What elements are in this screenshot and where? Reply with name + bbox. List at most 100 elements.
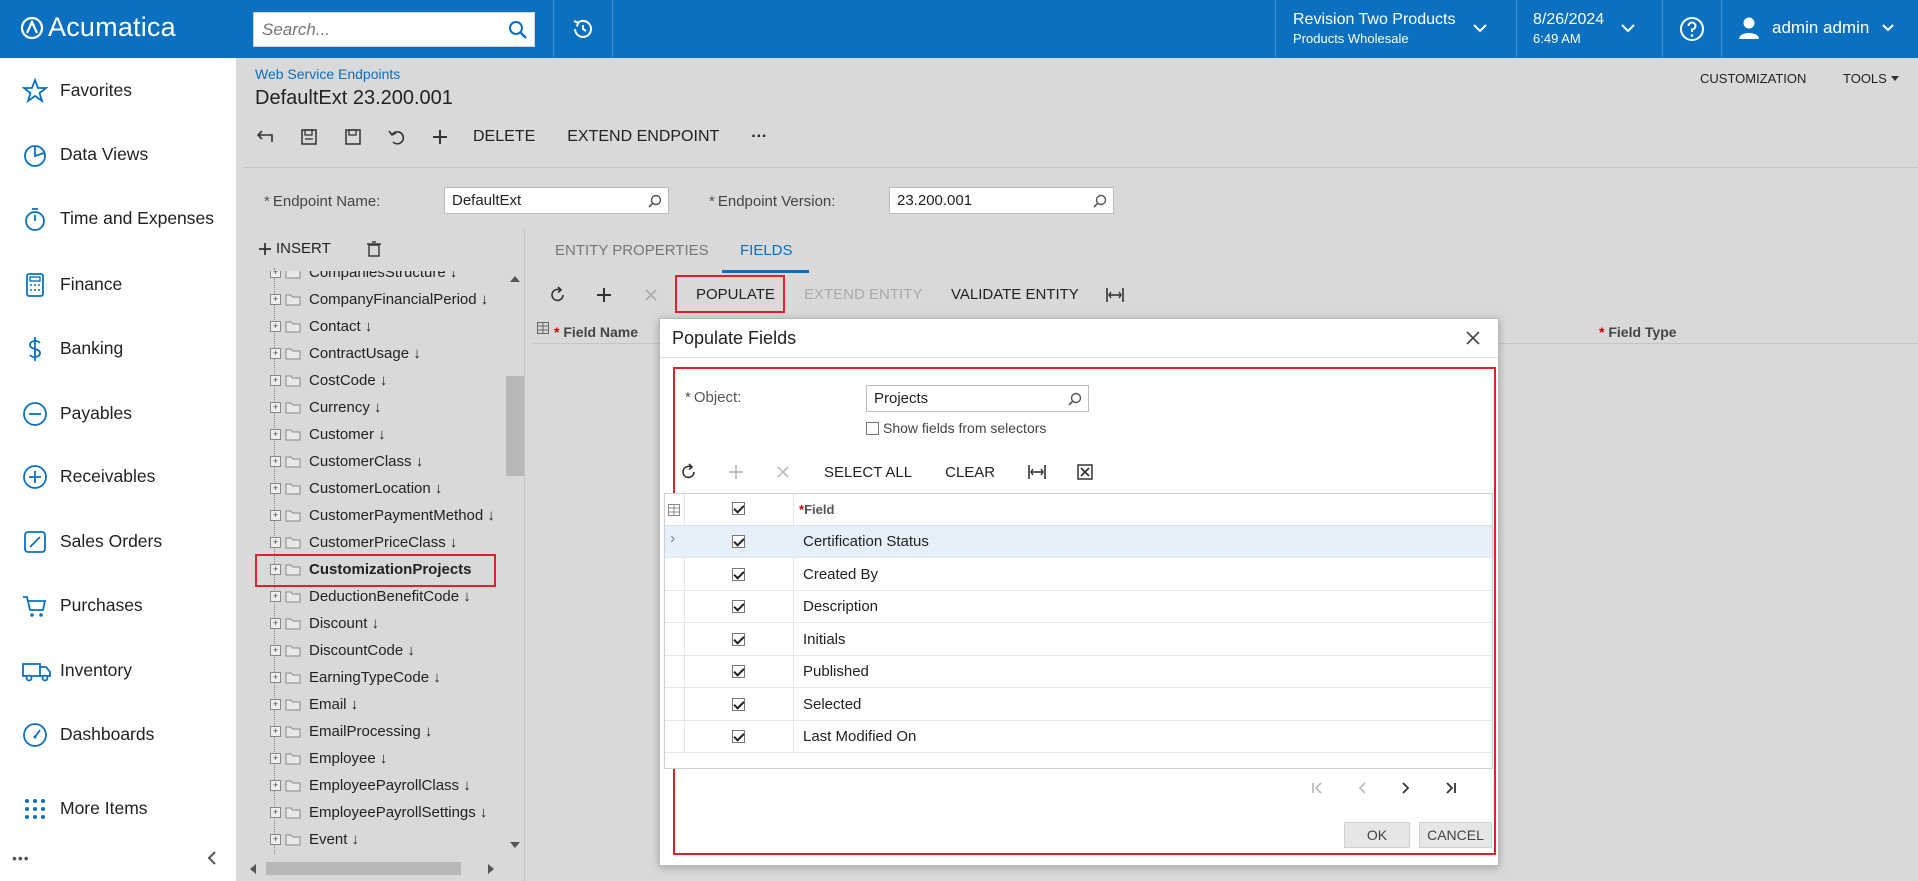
tree-item[interactable]: + Contact ↓ [270,315,372,337]
nav-item-inventory[interactable]: Inventory [0,650,237,690]
chevron-down-icon[interactable] [1620,22,1636,34]
grid-settings-icon[interactable] [668,504,680,516]
field-row[interactable]: Last Modified On [665,721,1492,753]
search-input[interactable] [254,13,534,46]
expand-node-icon[interactable]: + [270,293,281,305]
field-row-checkbox[interactable] [732,665,745,678]
tree-item[interactable]: + CustomerPaymentMethod ↓ [270,504,495,526]
nav-item-favorites[interactable]: Favorites [0,70,237,110]
search-icon[interactable] [508,20,528,40]
tree-item[interactable]: + CustomerPriceClass ↓ [270,531,457,553]
cancel-button[interactable]: CANCEL [1419,822,1492,848]
expand-node-icon[interactable]: + [270,428,281,440]
tree-item[interactable]: + Currency ↓ [270,396,382,418]
lookup-icon[interactable] [1068,392,1082,406]
tree-item[interactable]: + Employee ↓ [270,747,387,769]
scrollbar-thumb[interactable] [506,376,524,476]
expand-node-icon[interactable]: + [270,374,281,386]
export-excel-icon[interactable] [1077,464,1093,480]
expand-node-icon[interactable]: + [270,644,281,656]
company-branch-selector[interactable]: Revision Two Products Products Wholesale [1293,10,1455,47]
previous-page-icon[interactable] [1354,780,1370,796]
expand-node-icon[interactable]: + [270,320,281,332]
scroll-right-icon[interactable] [488,864,494,874]
breadcrumb[interactable]: Web Service Endpoints [255,66,400,82]
field-row[interactable]: Created By [665,559,1492,591]
chevron-down-icon[interactable] [1472,22,1488,34]
expand-node-icon[interactable]: + [270,536,281,548]
user-menu[interactable]: admin admin [1738,16,1895,40]
tree-item[interactable]: + ContractUsage ↓ [270,342,421,364]
endpoint-name-field[interactable]: DefaultExt [444,187,669,214]
expand-node-icon[interactable]: + [270,617,281,629]
ok-button[interactable]: OK [1344,822,1410,848]
field-row-checkbox[interactable] [732,535,745,548]
expand-node-icon[interactable]: + [270,806,281,818]
refresh-icon[interactable] [549,286,567,304]
field-row[interactable]: Description [665,591,1492,623]
field-row-checkbox[interactable] [732,632,745,646]
add-record-button[interactable] [431,124,449,150]
tree-item[interactable]: + EmployeePayrollSettings ↓ [270,801,487,823]
nav-item-payables[interactable]: Payables [0,393,237,433]
acumatica-logo[interactable]: Acumatica [20,12,176,43]
expand-node-icon[interactable]: + [270,401,281,413]
delete-row-icon[interactable] [644,288,658,302]
close-icon[interactable] [1465,330,1481,346]
field-row[interactable]: Certification Status › [665,526,1492,558]
select-all-button[interactable]: SELECT ALL [824,464,912,481]
tree-item[interactable]: + CustomerClass ↓ [270,450,423,472]
tree-item[interactable]: + EmployeePayrollClass ↓ [270,774,471,796]
tree-item[interactable]: + EarningTypeCode ↓ [270,666,441,688]
nav-item-receivables[interactable]: Receivables [0,456,237,496]
delete-row-icon[interactable] [776,465,790,479]
next-page-icon[interactable] [1398,780,1414,796]
lookup-icon[interactable] [1093,194,1107,208]
expand-node-icon[interactable]: + [270,347,281,359]
expand-node-icon[interactable]: + [270,725,281,737]
nav-item-purchases[interactable]: Purchases [0,585,237,625]
field-row[interactable]: Published [665,656,1492,688]
more-actions-button[interactable]: ··· [751,128,767,146]
delete-button[interactable]: DELETE [473,128,535,146]
nav-item-more-items[interactable]: More Items [0,788,237,828]
tree-item[interactable]: + CompanyFinancialPeriod ↓ [270,288,488,310]
expand-node-icon[interactable]: + [270,752,281,764]
select-all-checkbox[interactable] [732,502,745,515]
more-options-icon[interactable]: ••• [12,850,30,866]
save-button[interactable] [343,124,363,150]
show-fields-from-selectors-checkbox[interactable] [866,421,879,435]
help-button[interactable] [1663,0,1721,58]
fit-columns-icon[interactable] [1105,287,1125,303]
tree-item[interactable]: + DiscountCode ↓ [270,639,415,661]
extend-endpoint-button[interactable]: EXTEND ENDPOINT [567,128,719,146]
tree-vertical-scrollbar[interactable] [506,270,524,854]
field-row-checkbox[interactable] [732,567,745,581]
business-date-selector[interactable]: 8/26/2024 6:49 AM [1533,10,1604,47]
expand-node-icon[interactable]: + [270,833,281,845]
tree-item[interactable]: + Event ↓ [270,828,359,850]
expand-node-icon[interactable]: + [270,590,281,602]
tree-item[interactable]: + Customer ↓ [270,423,386,445]
column-field[interactable]: *Field [799,502,834,517]
nav-item-time-and-expenses[interactable]: Time and Expenses [0,198,237,238]
endpoint-version-field[interactable]: 23.200.001 [889,187,1114,214]
scroll-up-icon[interactable] [510,276,520,282]
recent-history-button[interactable] [554,0,612,58]
tab-entity-properties[interactable]: ENTITY PROPERTIES [555,242,709,259]
search-box[interactable] [253,12,535,47]
undo-button[interactable] [387,124,407,150]
fit-columns-icon[interactable] [1027,464,1047,480]
show-fields-from-selectors-option[interactable]: Show fields from selectors [866,420,1046,436]
tree-item[interactable]: + DeductionBenefitCode ↓ [270,585,471,607]
trash-icon[interactable] [366,240,381,257]
column-field-name[interactable]: * Field Name [554,324,638,340]
nav-item-dashboards[interactable]: Dashboards [0,714,237,754]
clear-button[interactable]: CLEAR [945,464,995,481]
plus-icon[interactable] [728,464,744,480]
tree-item[interactable]: + EmailProcessing ↓ [270,720,432,742]
expand-node-icon[interactable]: + [270,779,281,791]
insert-button[interactable]: INSERT [258,240,331,257]
collapse-menu-icon[interactable] [205,850,219,866]
tab-fields[interactable]: FIELDS [740,242,793,259]
